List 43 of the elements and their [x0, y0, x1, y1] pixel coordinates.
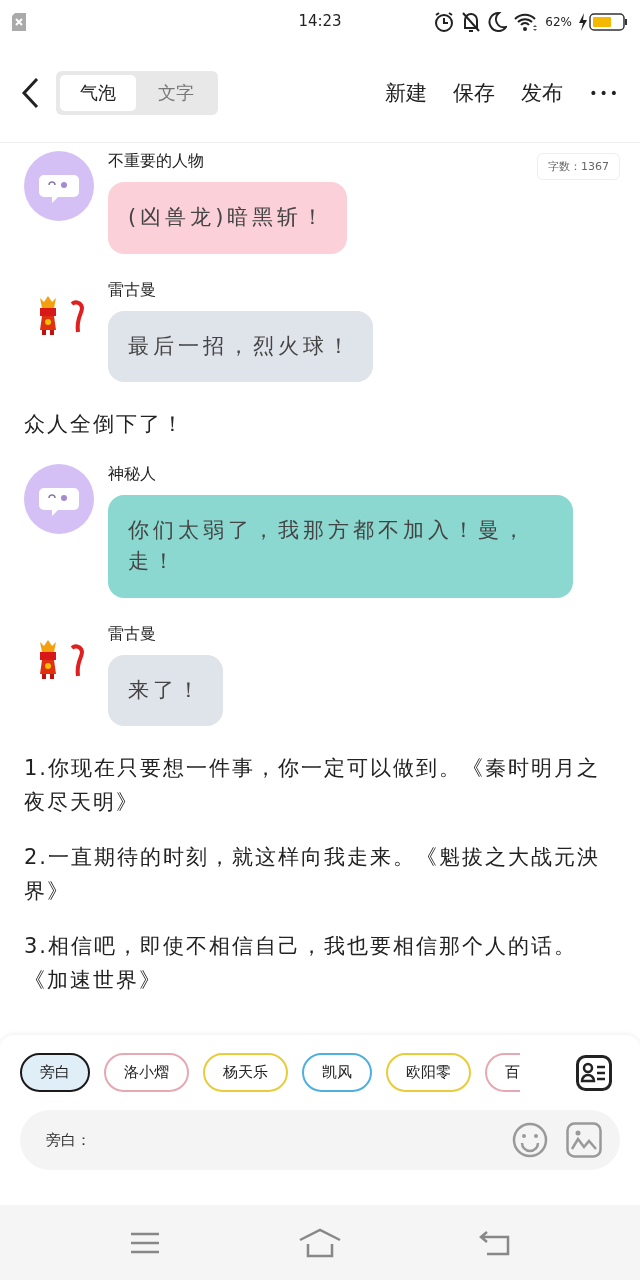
alarm-icon [433, 11, 456, 33]
menu-icon[interactable] [128, 1230, 161, 1255]
back-icon[interactable] [20, 77, 40, 109]
home-icon[interactable] [298, 1227, 342, 1258]
message-input[interactable]: 旁白： [44, 1130, 494, 1150]
role-chip[interactable]: 百 [485, 1053, 520, 1092]
chat-bubble: 你们太弱了，我那方都不加入！曼，走！ [108, 494, 573, 598]
role-chip[interactable]: 凯风 [302, 1053, 372, 1092]
speaker-name: 不重要的人物 [108, 151, 204, 172]
chat-bubble: (凶兽龙)暗黑斩！ [108, 182, 348, 254]
moon-icon [487, 11, 508, 33]
muted-bell-icon [461, 11, 482, 33]
narration-text: 3.相信吧，即使不相信自己，我也要相信那个人的话。《加速世界》 [24, 933, 579, 995]
wifi-icon [513, 12, 540, 32]
speaker-name: 神秘人 [108, 463, 156, 485]
chat-bubble: 来了！ [108, 654, 223, 727]
role-chip[interactable]: 欧阳零 [386, 1053, 471, 1092]
clock-time: 14:23 [298, 12, 342, 30]
word-count: 字数：1367 [537, 153, 620, 180]
speaker-name: 雷古曼 [108, 623, 156, 645]
more-button[interactable]: ••• [589, 85, 620, 101]
battery-percent: 62% [545, 15, 572, 29]
chat-avatar-icon [24, 463, 94, 534]
role-chip[interactable]: 旁白 [20, 1053, 90, 1092]
speaker-name: 雷古曼 [108, 279, 156, 301]
mode-tab[interactable]: 气泡 [60, 75, 136, 111]
toolbar-action[interactable]: 发布 [521, 79, 564, 107]
role-chip[interactable]: 洛小熠 [104, 1053, 189, 1092]
toolbar-action[interactable]: 保存 [453, 79, 496, 107]
role-chip[interactable]: 杨天乐 [203, 1053, 288, 1092]
contact-card-icon[interactable] [576, 1054, 612, 1091]
chat-bubble: 最后一招，烈火球！ [108, 310, 373, 382]
toolbar-action[interactable]: 新建 [385, 79, 428, 107]
image-icon[interactable] [566, 1122, 602, 1158]
emoji-icon[interactable] [512, 1122, 548, 1158]
narration-text: 1.你现在只要想一件事，你一定可以做到。《秦时明月之夜尽天明》 [24, 755, 602, 816]
back-nav-icon[interactable] [479, 1229, 512, 1256]
narration-text: 众人全倒下了！ [24, 411, 186, 438]
narration-text: 2.一直期待的时刻，就这样向我走来。《魁拔之大战元泱界》 [24, 844, 602, 905]
mode-tab[interactable]: 文字 [138, 75, 214, 111]
battery-icon [578, 12, 628, 32]
sim-error-icon [12, 13, 26, 31]
chat-avatar-icon [24, 151, 94, 221]
